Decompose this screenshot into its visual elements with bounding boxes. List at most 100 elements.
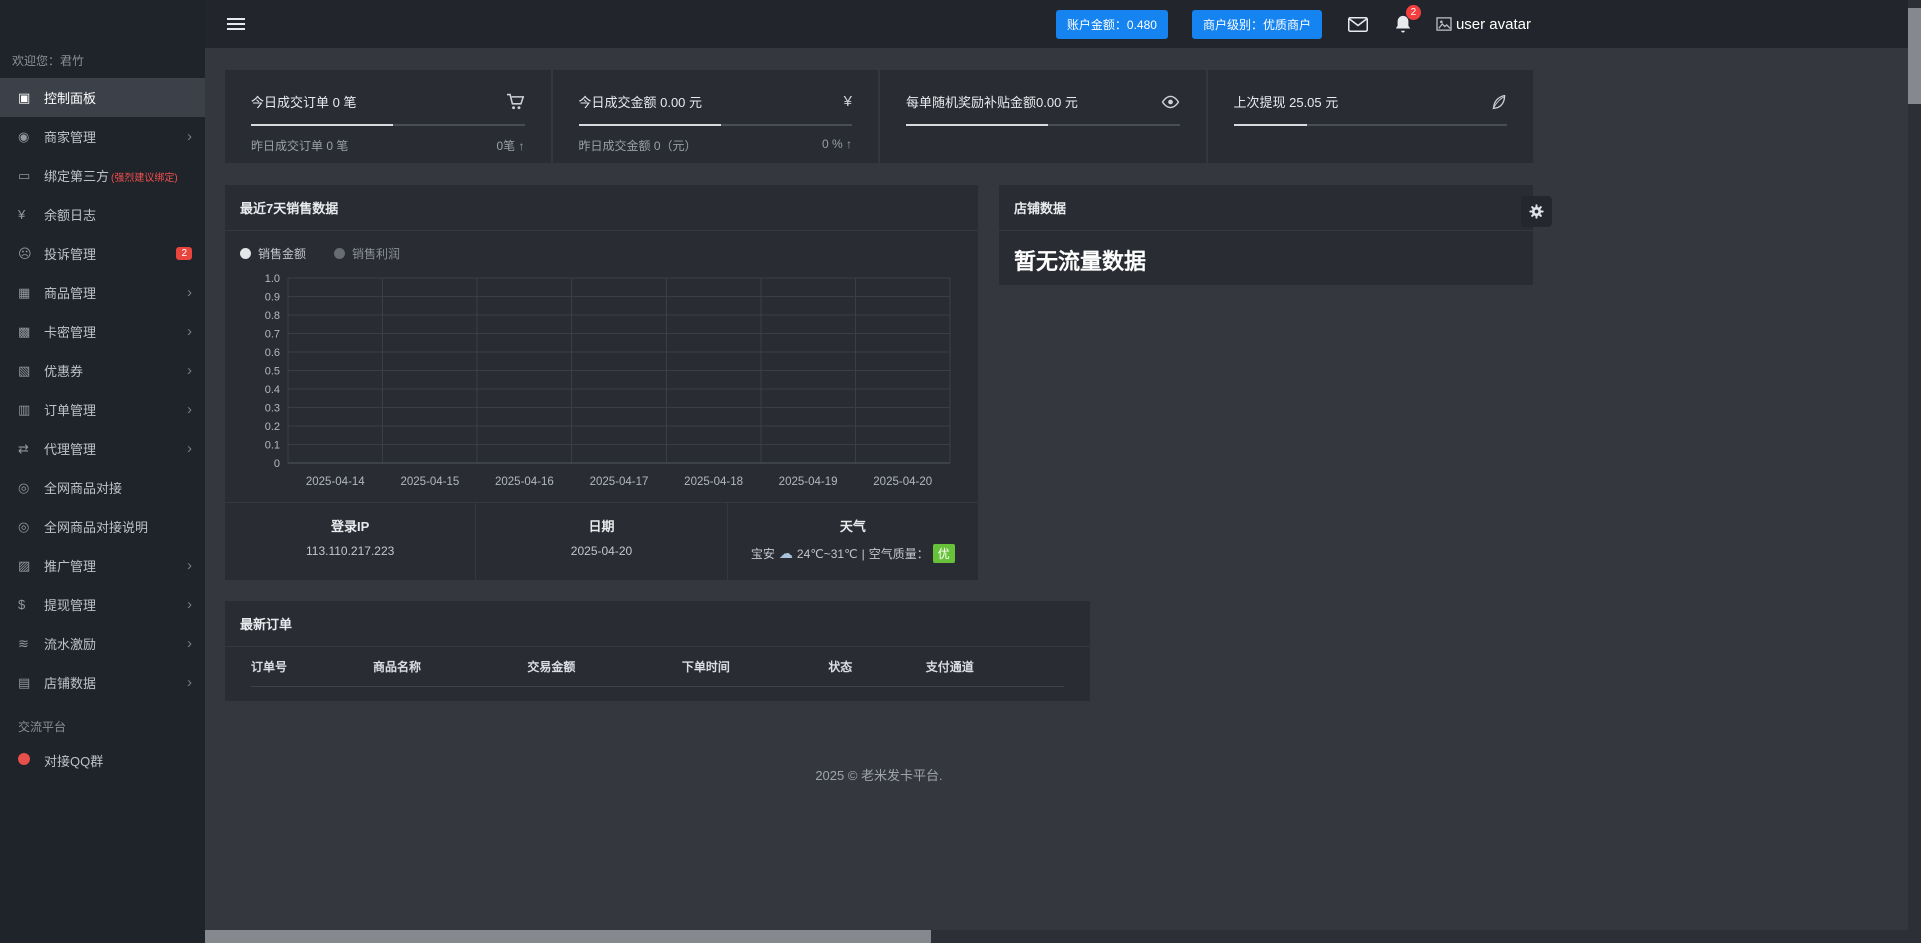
vertical-scrollbar-thumb[interactable] [1908, 8, 1921, 104]
chevron-right-icon: › [187, 284, 192, 301]
sidebar-item-complaints[interactable]: ☹ 投诉管理 2 [0, 234, 205, 273]
merchant-level-button[interactable]: 商户级别：优质商户 [1191, 9, 1322, 39]
welcome-text: 欢迎您：君竹 [12, 54, 85, 68]
cart-icon [506, 93, 525, 110]
sidebar-item-label: 全网商品对接 [44, 481, 123, 496]
dashboard-icon: ▣ [18, 89, 31, 105]
sales-line-chart: 1.0 0.9 0.8 0.7 0.6 0.5 0.4 0.3 0.2 0.1 … [264, 273, 950, 488]
chevron-right-icon: › [187, 323, 192, 340]
theme-settings-button[interactable] [1521, 196, 1552, 227]
stat-title: 上次提现 25.05 元 [1233, 95, 1339, 110]
sidebar-item-label: 绑定第三方 (强烈建议绑定) [44, 166, 192, 185]
orders-table: 订单号 商品名称 交易金额 下单时间 状态 支付通道 [251, 647, 1064, 687]
sidebar-item-label: 投诉管理 [44, 247, 97, 262]
legend-dot-icon [240, 248, 251, 259]
svg-text:2025-04-15: 2025-04-15 [400, 476, 459, 488]
sidebar: 欢迎您：君竹 ▣ 控制面板 ◉ 商家管理 › ▭ 绑定第三方 (强烈建议绑定) ¥… [0, 0, 205, 943]
sidebar-item-label: 推广管理 [44, 559, 97, 574]
sidebar-item-shop-data[interactable]: ▤ 店铺数据 › [0, 663, 205, 702]
svg-text:0.8: 0.8 [264, 310, 279, 322]
sidebar-item-merchant[interactable]: ◉ 商家管理 › [0, 117, 205, 156]
login-ip-value: 113.110.217.223 [306, 544, 395, 558]
hamburger-menu-icon[interactable] [227, 15, 245, 33]
x-axis-labels: 2025-04-14 2025-04-15 2025-04-16 2025-04… [305, 476, 931, 488]
account-balance-button[interactable]: 账户金额：0.480 [1055, 9, 1168, 39]
chevron-right-icon: › [187, 440, 192, 457]
svg-text:0.3: 0.3 [264, 403, 279, 415]
column-header: 交易金额 [527, 647, 682, 687]
svg-text:0.5: 0.5 [264, 366, 279, 378]
legend-sales-profit[interactable]: 销售利润 [334, 245, 400, 262]
footer-copyright: 2025 © 老米发卡平台. [815, 768, 943, 783]
eye-icon [1161, 95, 1180, 109]
topbar: 账户金额：0.480 商户级别：优质商户 2 user avatar [205, 0, 1921, 48]
complaint-icon: ☹ [18, 245, 32, 261]
vertical-scrollbar[interactable] [1908, 0, 1921, 930]
svg-text:0.1: 0.1 [264, 440, 279, 452]
stat-progress-fill [251, 124, 394, 126]
sidebar-item-label: 控制面板 [44, 91, 97, 106]
svg-text:0: 0 [273, 458, 279, 470]
stat-title: 每单随机奖励补贴金额0.00 元 [906, 95, 1078, 110]
sidebar-item-label: 提现管理 [44, 598, 97, 613]
quill-icon [1491, 94, 1507, 110]
stat-card-today-orders: 今日成交订单 0 笔 昨日成交订单 0 笔 0笔 ↑ [225, 70, 551, 163]
main-content: 今日成交订单 0 笔 昨日成交订单 0 笔 0笔 ↑ 今日成交金额 0.00 元… [205, 48, 1921, 943]
column-header: 支付通道 [925, 647, 1064, 687]
sidebar-item-balance-log[interactable]: ¥ 余额日志 [0, 195, 205, 234]
legend-label: 销售利润 [352, 247, 401, 261]
horizontal-scrollbar-thumb[interactable] [205, 930, 931, 943]
sidebar-item-promotion[interactable]: ▨ 推广管理 › [0, 546, 205, 585]
chevron-right-icon: › [187, 596, 192, 613]
sidebar-item-bind-third-party[interactable]: ▭ 绑定第三方 (强烈建议绑定) [0, 156, 205, 195]
svg-text:0.2: 0.2 [264, 421, 279, 433]
chevron-right-icon: › [187, 128, 192, 145]
notification-bell-icon[interactable]: 2 [1394, 5, 1421, 34]
sidebar-item-label: 余额日志 [44, 208, 97, 223]
stat-progress-fill [578, 124, 721, 126]
sidebar-item-withdraw[interactable]: $ 提现管理 › [0, 585, 205, 624]
date-value: 2025-04-20 [570, 544, 633, 558]
svg-text:0.7: 0.7 [264, 329, 279, 341]
latest-orders-card: 最新订单 订单号 商品名称 交易金额 下单时间 状态 支付通道 [225, 601, 1090, 701]
stat-title: 今日成交订单 0 笔 [251, 95, 357, 110]
shop-data-icon: ▤ [18, 674, 31, 690]
stat-card-random-reward: 每单随机奖励补贴金额0.00 元 [880, 70, 1206, 163]
svg-text:0.6: 0.6 [264, 347, 279, 359]
orders-card-title: 最新订单 [225, 601, 1090, 647]
sidebar-item-orders[interactable]: ▥ 订单管理 › [0, 390, 205, 429]
sidebar-item-flow-reward[interactable]: ≋ 流水激励 › [0, 624, 205, 663]
bind-warning-text: (强烈建议绑定) [111, 173, 178, 184]
sidebar-item-coupons[interactable]: ▧ 优惠券 › [0, 351, 205, 390]
card-key-icon: ▩ [18, 323, 31, 339]
weather-temp: 24℃~31℃ [796, 546, 858, 561]
sidebar-item-card-keys[interactable]: ▩ 卡密管理 › [0, 312, 205, 351]
legend-sales-amount[interactable]: 销售金额 [240, 245, 306, 262]
stat-progress-fill [1233, 124, 1308, 126]
envelope-icon[interactable] [1347, 16, 1368, 32]
product-icon: ▦ [18, 284, 31, 300]
sidebar-item-dashboard[interactable]: ▣ 控制面板 [0, 78, 205, 117]
sidebar-item-network-products[interactable]: ◎ 全网商品对接 [0, 468, 205, 507]
order-icon: ▥ [18, 401, 31, 417]
sidebar-item-network-products-doc[interactable]: ◎ 全网商品对接说明 [0, 507, 205, 546]
chart-card-title: 最近7天销售数据 [225, 185, 978, 231]
store-data-card: 店铺数据 暂无流量数据 [999, 185, 1533, 285]
sidebar-item-agents[interactable]: ⇄ 代理管理 › [0, 429, 205, 468]
sidebar-item-products[interactable]: ▦ 商品管理 › [0, 273, 205, 312]
network-product-doc-icon: ◎ [18, 518, 30, 534]
chevron-right-icon: › [187, 674, 192, 691]
weather-separator: | [861, 546, 865, 561]
svg-text:2025-04-19: 2025-04-19 [778, 476, 837, 488]
yen-icon: ¥ [843, 93, 852, 110]
stat-card-last-withdraw: 上次提现 25.05 元 [1207, 70, 1533, 163]
chevron-right-icon: › [187, 635, 192, 652]
merchant-icon: ◉ [18, 128, 30, 144]
stat-cards-row: 今日成交订单 0 笔 昨日成交订单 0 笔 0笔 ↑ 今日成交金额 0.00 元… [225, 70, 1533, 163]
horizontal-scrollbar[interactable] [205, 930, 1908, 943]
sidebar-item-qq-group[interactable]: 对接QQ群 [0, 741, 205, 780]
svg-text:2025-04-20: 2025-04-20 [873, 476, 932, 488]
user-avatar[interactable]: user avatar [1436, 16, 1531, 33]
network-product-icon: ◎ [18, 479, 30, 495]
sidebar-item-label: 全网商品对接说明 [44, 520, 149, 535]
